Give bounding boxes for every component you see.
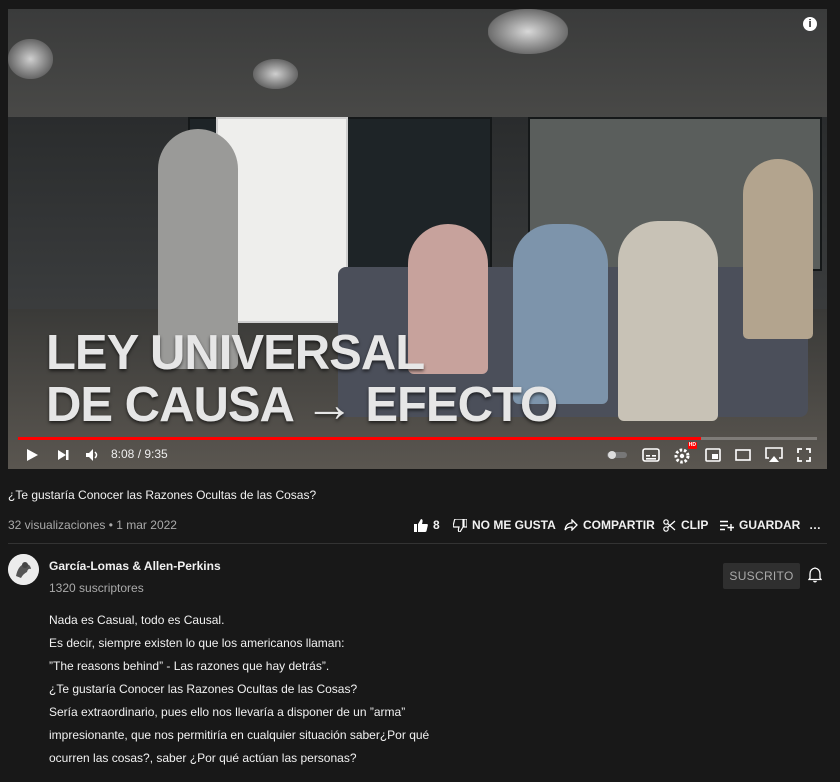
share-label: COMPARTIR	[583, 518, 655, 532]
airplay-icon[interactable]	[763, 445, 785, 465]
settings-icon[interactable]: HD	[672, 442, 697, 465]
share-button[interactable]: COMPARTIR	[564, 518, 655, 532]
player-controls: 8:08 / 9:35 HD	[8, 441, 827, 469]
progress-bar[interactable]	[18, 437, 817, 440]
description-line: ¿Te gustaría Conocer las Razones Ocultas…	[49, 682, 358, 696]
share-icon	[564, 519, 578, 531]
theater-icon[interactable]	[733, 445, 753, 465]
progress-fill	[18, 437, 702, 440]
next-icon[interactable]	[53, 445, 73, 465]
video-player[interactable]: LEY UNIVERSAL DE CAUSA → EFECTO i 8:08 /…	[8, 9, 827, 469]
channel-name[interactable]: García-Lomas & Allen-Perkins	[49, 559, 221, 573]
scissors-icon	[663, 518, 676, 532]
channel-avatar[interactable]	[8, 554, 39, 585]
info-icon[interactable]: i	[803, 17, 817, 31]
dislike-label: NO ME GUSTA	[472, 518, 556, 532]
add-to-playlist-icon	[720, 520, 734, 531]
video-overlay-title: LEY UNIVERSAL DE CAUSA → EFECTO	[46, 326, 558, 432]
save-button[interactable]: GUARDAR	[720, 518, 800, 532]
video-title: ¿Te gustaría Conocer las Razones Ocultas…	[8, 488, 317, 502]
overlay-line-1: LEY UNIVERSAL	[46, 326, 425, 380]
video-description: Nada es Casual, todo es Causal. Es decir…	[49, 609, 429, 770]
description-line: Nada es Casual, todo es Causal.	[49, 613, 225, 627]
video-meta: 32 visualizaciones • 1 mar 2022	[8, 518, 177, 532]
clip-button[interactable]: CLIP	[663, 518, 708, 532]
time-display: 8:08 / 9:35	[111, 447, 168, 461]
autoplay-toggle-icon[interactable]	[606, 445, 628, 465]
thumbs-up-icon	[414, 518, 428, 532]
subscribed-button[interactable]: SUSCRITO	[723, 563, 800, 589]
description-line: Es decir, siempre existen lo que los ame…	[49, 636, 345, 650]
clip-label: CLIP	[681, 518, 709, 532]
more-actions-button[interactable]: …	[809, 518, 821, 532]
more-icon: …	[809, 518, 821, 532]
bell-icon[interactable]	[807, 567, 824, 585]
like-button[interactable]: 8	[414, 518, 440, 532]
divider	[8, 543, 827, 544]
hd-badge: HD	[687, 442, 697, 449]
description-line: Sería extraordinario, pues ello nos llev…	[49, 705, 406, 719]
fullscreen-icon[interactable]	[794, 445, 814, 465]
like-count: 8	[433, 518, 440, 532]
description-line: ocurren las cosas?, saber ¿Por qué actúa…	[49, 751, 357, 765]
volume-icon[interactable]	[83, 445, 103, 465]
play-icon[interactable]	[22, 445, 42, 465]
subscriber-count: 1320 suscriptores	[49, 581, 144, 595]
thumbs-down-icon	[453, 518, 467, 532]
miniplayer-icon[interactable]	[703, 445, 723, 465]
dislike-button[interactable]: NO ME GUSTA	[453, 518, 556, 532]
save-label: GUARDAR	[739, 518, 801, 532]
subtitles-icon[interactable]	[641, 445, 661, 465]
description-line: ”The reasons behind” - Las razones que h…	[49, 659, 330, 673]
description-line: impresionante, que nos permitiría en cua…	[49, 728, 430, 742]
overlay-line-2: DE CAUSA → EFECTO	[46, 378, 558, 432]
